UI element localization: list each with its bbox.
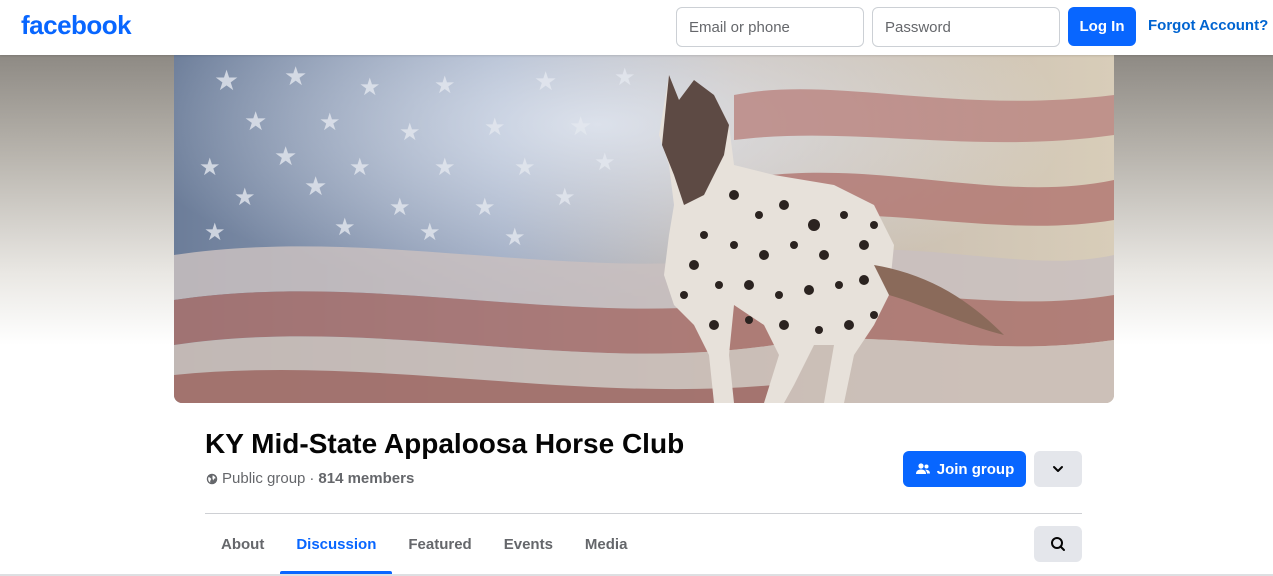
svg-text:★: ★	[484, 114, 506, 141]
svg-text:★: ★	[614, 64, 636, 91]
member-count[interactable]: 814 members	[318, 470, 414, 487]
group-title: KY Mid-State Appaloosa Horse Club	[205, 428, 685, 459]
svg-text:★: ★	[514, 154, 536, 181]
tab-discussion[interactable]: Discussion	[280, 514, 393, 574]
svg-text:★: ★	[389, 194, 411, 221]
svg-text:★: ★	[534, 66, 557, 96]
tab-about[interactable]: About	[205, 514, 280, 574]
svg-text:★: ★	[274, 141, 297, 171]
svg-text:★: ★	[304, 171, 327, 201]
svg-text:★: ★	[214, 65, 239, 96]
svg-text:★: ★	[434, 72, 456, 99]
svg-text:★: ★	[349, 154, 371, 181]
svg-text:★: ★	[204, 219, 226, 246]
svg-text:★: ★	[594, 149, 616, 176]
svg-text:★: ★	[319, 109, 341, 136]
tab-media[interactable]: Media	[569, 514, 644, 574]
group-search-button[interactable]	[1034, 526, 1082, 562]
facebook-logo[interactable]: facebook	[21, 10, 132, 41]
svg-text:★: ★	[244, 106, 267, 136]
svg-text:★: ★	[334, 214, 356, 241]
email-field[interactable]	[676, 7, 864, 47]
join-group-label: Join group	[936, 460, 1015, 478]
svg-text:★: ★	[199, 154, 221, 181]
svg-text:★: ★	[569, 111, 592, 141]
chevron-down-icon	[1053, 466, 1063, 472]
svg-text:★: ★	[284, 61, 307, 91]
cover-photo[interactable]: ★ ★ ★ ★ ★ ★ ★ ★ ★ ★ ★ ★ ★ ★ ★ ★ ★ ★ ★ ★ …	[174, 55, 1114, 403]
search-icon	[1051, 537, 1065, 551]
svg-text:★: ★	[504, 224, 526, 251]
svg-text:★: ★	[419, 219, 441, 246]
login-button[interactable]: Log In	[1068, 7, 1136, 46]
svg-text:★: ★	[399, 119, 421, 146]
more-options-button[interactable]	[1034, 451, 1082, 487]
globe-icon	[206, 473, 218, 484]
group-tabs: About Discussion Featured Events Media	[205, 514, 643, 574]
tab-featured[interactable]: Featured	[392, 514, 487, 574]
group-meta: Public group · 814 members	[206, 470, 414, 487]
top-bar: facebook Log In Forgot Account?	[0, 0, 1273, 55]
tab-events[interactable]: Events	[488, 514, 569, 574]
svg-text:★: ★	[474, 194, 496, 221]
people-icon	[915, 463, 930, 474]
svg-text:★: ★	[434, 154, 456, 181]
cover-image: ★ ★ ★ ★ ★ ★ ★ ★ ★ ★ ★ ★ ★ ★ ★ ★ ★ ★ ★ ★ …	[174, 55, 1114, 403]
privacy-label: Public group	[222, 470, 306, 487]
svg-text:★: ★	[359, 74, 381, 101]
password-field[interactable]	[872, 7, 1060, 47]
join-group-button[interactable]: Join group	[903, 451, 1026, 487]
forgot-account-link[interactable]: Forgot Account?	[1148, 17, 1268, 34]
svg-text:★: ★	[234, 184, 256, 211]
svg-text:★: ★	[554, 184, 576, 211]
meta-separator: ·	[309, 470, 315, 487]
